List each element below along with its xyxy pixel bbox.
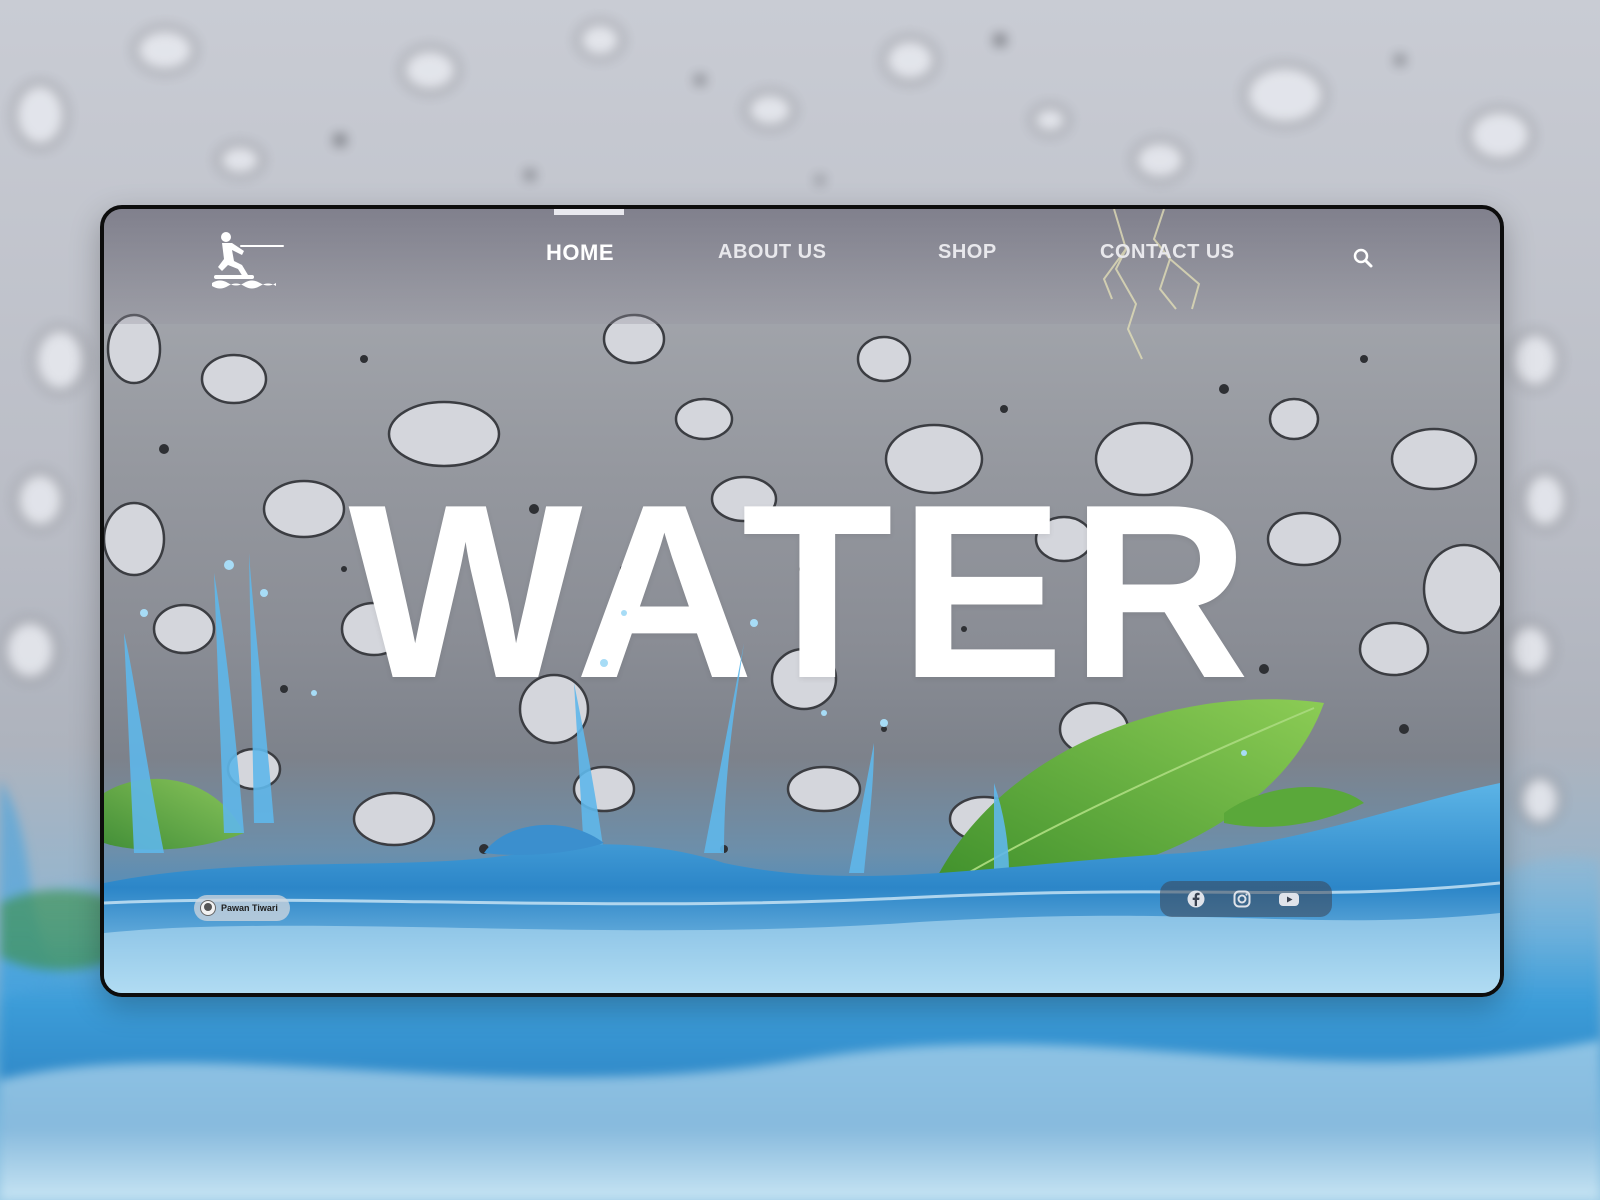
instagram-icon bbox=[1233, 890, 1251, 908]
nav-about-us[interactable]: ABOUT US bbox=[718, 241, 826, 264]
website-frame: HOME ABOUT US SHOP CONTACT US WATER Pawa… bbox=[100, 205, 1504, 997]
water-skier-icon bbox=[212, 232, 284, 289]
youtube-icon bbox=[1279, 893, 1299, 906]
youtube-link[interactable] bbox=[1278, 889, 1299, 909]
search-button[interactable] bbox=[1352, 247, 1374, 269]
top-navigation-bar: HOME ABOUT US SHOP CONTACT US bbox=[104, 209, 1500, 360]
instagram-link[interactable] bbox=[1232, 889, 1252, 909]
author-name: Pawan Tiwari bbox=[221, 902, 278, 913]
social-links bbox=[1160, 881, 1332, 917]
search-icon bbox=[1353, 248, 1373, 268]
facebook-icon bbox=[1187, 890, 1205, 908]
user-avatar-icon bbox=[200, 900, 216, 916]
mockup-stage: HOME ABOUT US SHOP CONTACT US WATER Pawa… bbox=[0, 0, 1600, 1200]
nav-shop[interactable]: SHOP bbox=[938, 241, 997, 264]
water-skier-logo[interactable] bbox=[212, 231, 284, 291]
nav-home[interactable]: HOME bbox=[546, 240, 614, 266]
lightning-decoration bbox=[1102, 209, 1201, 360]
active-nav-indicator bbox=[554, 209, 624, 215]
author-credit[interactable]: Pawan Tiwari bbox=[194, 895, 290, 921]
water-splash-illustration bbox=[104, 553, 1500, 993]
nav-contact-us[interactable]: CONTACT US bbox=[1100, 241, 1235, 264]
facebook-link[interactable] bbox=[1186, 889, 1206, 909]
